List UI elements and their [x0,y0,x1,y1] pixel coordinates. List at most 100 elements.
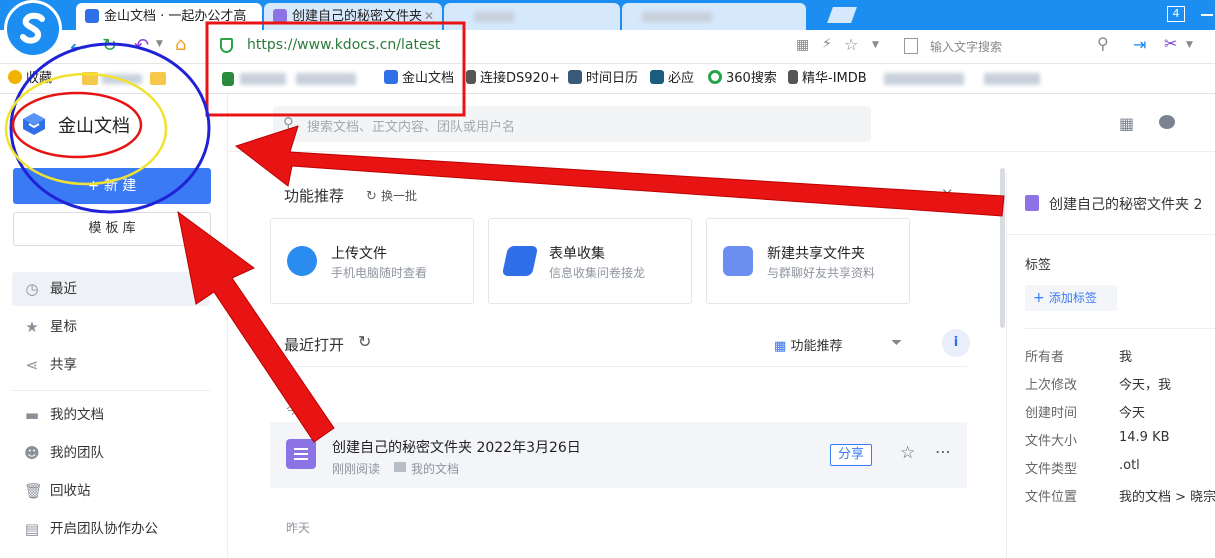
bookmark-item[interactable]: 360搜索 [708,64,777,94]
refresh-icon[interactable]: ↻ [358,332,371,351]
more-icon[interactable]: ⋯ [935,442,952,461]
form-icon [501,246,539,276]
browser-logo-icon[interactable] [4,0,62,58]
chat-icon[interactable] [1159,115,1175,129]
folder-icon[interactable] [150,72,166,85]
feature-card-form[interactable]: 表单收集 信息收集问卷接龙 [488,218,692,304]
sidebar-item-recent[interactable]: ◷ 最近 [12,272,210,306]
main-content: 功能推荐 ↻ 换一批 ✕ 上传文件 手机电脑随时查看 表单收集 信息收集问卷接龙… [229,152,1006,558]
prop-value: .otl [1119,458,1140,473]
file-meta-location: 我的文档 [411,462,460,476]
tab-kdocs[interactable]: 金山文档 · 一起办公才高 [76,3,262,30]
browser-tab-bar: 金山文档 · 一起办公才高 创建自己的秘密文件夹 ✕ 4 [0,0,1215,58]
grid-icon: ▦ [774,339,787,354]
prop-key: 上次修改 [1025,378,1078,393]
file-name[interactable]: 创建自己的秘密文件夹 2022年3月26日 [332,437,581,457]
feature-card-subtitle: 与群聊好友共享资料 [767,266,876,280]
prop-value: 我 [1119,350,1133,365]
minimize-icon[interactable] [1201,14,1213,16]
scissors-icon[interactable]: ✂ [1164,34,1177,53]
add-tag-button[interactable]: + 添加标签 [1025,285,1117,311]
address-bar[interactable]: https://www.kdocs.cn/latest [247,37,440,53]
bookmarks-bar: 收藏 金山文档 连接DS920+ 时间日历 必应 360搜索 精华-IMDB [0,64,1215,94]
file-row[interactable]: 创建自己的秘密文件夹 2022年3月26日 刚刚阅读 我的文档 分享 ☆ ⋯ [270,422,967,488]
feature-card-upload[interactable]: 上传文件 手机电脑随时查看 [270,218,474,304]
tab-secret-folder[interactable]: 创建自己的秘密文件夹 ✕ [264,3,442,30]
feature-recommend-label: 功能推荐 [790,339,843,354]
evernote-icon[interactable] [222,72,234,86]
search-box[interactable]: ⚲ 搜索文档、正文内容、团队或用户名 [273,106,871,142]
sidebar-item-starred[interactable]: ★ 星标 [12,310,210,344]
app-topbar: ⚲ 搜索文档、正文内容、团队或用户名 ▦ [229,94,1215,152]
back-icon[interactable]: ← [70,35,87,59]
prop-value: 14.9 KB [1119,430,1170,445]
tab-title: 创建自己的秘密文件夹 [292,9,423,24]
new-button[interactable]: + 新 建 [13,168,211,204]
bookmark-blurred[interactable] [984,73,1040,85]
sidebar-divider [12,390,210,391]
sidebar-item-my-docs[interactable]: ▬ 我的文档 [12,398,210,432]
office-icon: ▤ [24,520,40,538]
bookmark-item[interactable]: 金山文档 [384,64,454,94]
chevron-down-icon[interactable]: ▼ [156,39,163,49]
bookmark-blurred[interactable] [240,73,286,85]
search-icon[interactable]: ⚲ [1097,34,1109,53]
bookmark-item[interactable]: 时间日历 [568,64,638,94]
sidebar-item-shared[interactable]: ⋖ 共享 [12,348,210,382]
new-tab-button[interactable] [827,7,857,23]
close-icon[interactable]: ✕ [941,185,954,203]
refresh-features-button[interactable]: ↻ 换一批 [366,187,417,204]
file-meta-time: 刚刚阅读 [332,462,381,476]
bookmark-item[interactable]: 必应 [650,64,694,94]
tab-count-badge[interactable]: 4 [1167,6,1185,22]
feature-card-title: 新建共享文件夹 [767,246,865,262]
bing-icon [904,38,918,54]
folder-icon[interactable] [82,72,98,85]
search-input[interactable]: 搜索文档、正文内容、团队或用户名 [307,116,515,135]
bookmark-blurred[interactable] [296,73,356,85]
filter-icon[interactable]: ⏷ [891,335,902,351]
detail-panel: 创建自己的秘密文件夹 2 标签 + 添加标签 所有者 我 上次修改 今天，我 创… [1006,172,1215,558]
clock-icon: ◷ [25,280,39,298]
bookmark-blurred[interactable] [102,74,142,84]
sidebar-item-trash[interactable]: 🗑 回收站 [12,474,210,508]
template-library-button[interactable]: 模 板 库 [13,212,211,246]
share-button[interactable]: 分享 [830,444,872,466]
info-icon[interactable]: i [942,329,970,357]
list-divider [270,366,967,367]
group-label-today: 今天 [286,403,311,417]
bookmark-blurred[interactable] [884,73,964,85]
qr-icon[interactable]: ▦ [796,37,809,53]
page-icon [466,70,476,84]
feature-recommend-toggle[interactable]: ▦ 功能推荐 [774,335,842,354]
scrollbar[interactable] [1000,168,1005,328]
star-icon[interactable]: ☆ [844,35,858,54]
feature-card-shared-folder[interactable]: 新建共享文件夹 与群聊好友共享资料 [706,218,910,304]
trash-icon: 🗑 [24,482,44,500]
search-engine-input[interactable]: 输入文字搜索 [930,38,1002,55]
tab-blurred[interactable] [444,3,620,30]
grid-apps-icon[interactable]: ▦ [1119,114,1134,133]
refresh-icon[interactable]: ↻ [102,35,117,56]
star-icon[interactable]: ☆ [900,443,915,463]
undo-icon[interactable]: ↶ [134,35,149,56]
folder-icon [394,462,406,472]
chevron-down-icon[interactable]: ▼ [1186,40,1193,50]
bookmark-item[interactable]: 精华-IMDB [788,64,867,94]
prop-value: 今天 [1119,406,1146,421]
chevron-down-icon[interactable]: ▼ [872,40,879,50]
bookmark-item[interactable]: 连接DS920+ [466,64,560,94]
home-icon[interactable]: ⌂ [175,34,186,55]
tab-blurred[interactable] [622,3,806,30]
prop-key: 文件大小 [1025,434,1078,449]
sidebar-item-my-team[interactable]: ☻ 我的团队 [12,436,210,470]
star-icon: ★ [25,318,39,336]
features-title: 功能推荐 [284,187,345,205]
sidebar-item-team-office[interactable]: ▤ 开启团队协作办公 [12,512,210,546]
search-icon: ⚲ [283,114,294,132]
lightning-icon[interactable]: ⚡ [822,36,832,52]
bing-icon [650,70,664,84]
close-icon[interactable]: ✕ [424,3,434,30]
login-icon[interactable]: ⇥ [1133,35,1146,54]
bookmark-favorites[interactable]: 收藏 [8,64,52,94]
